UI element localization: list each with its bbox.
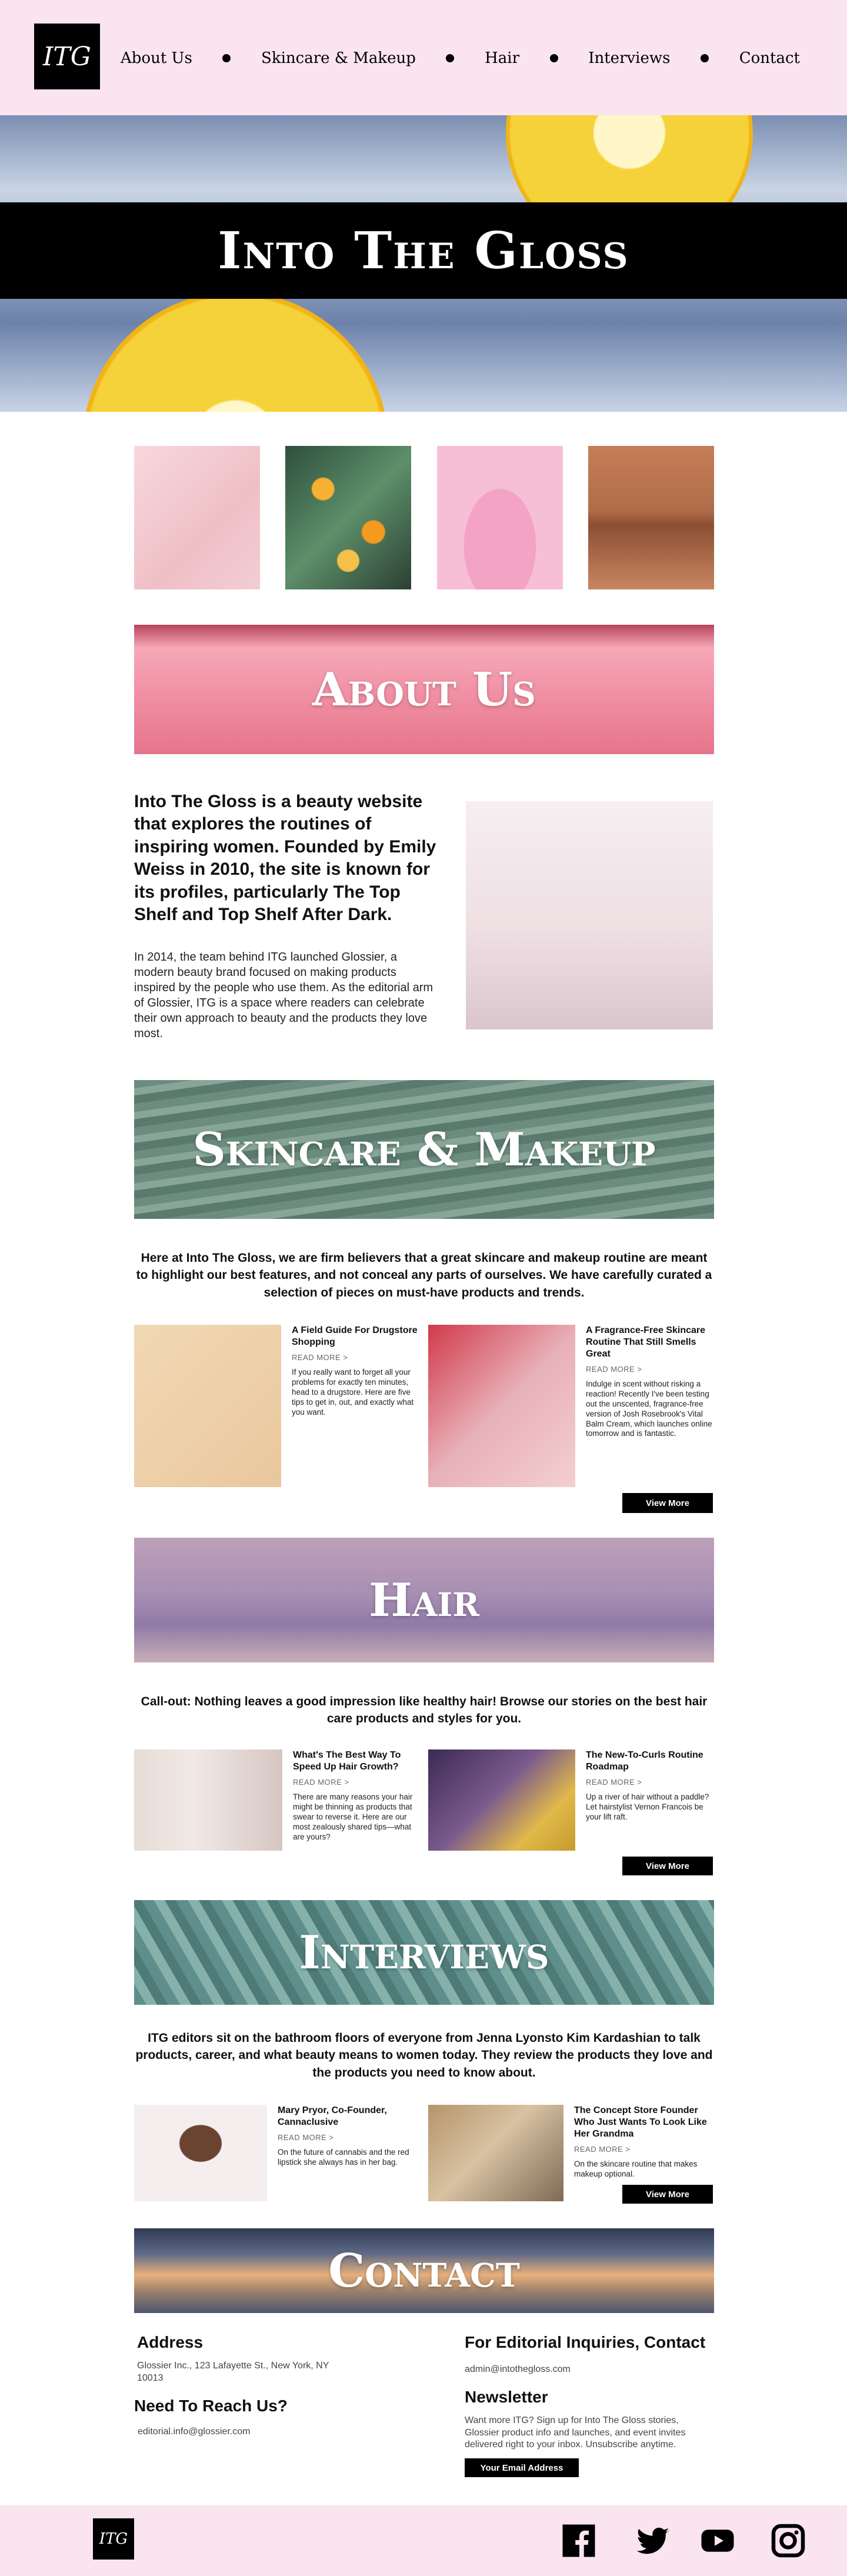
photo-pink-sink bbox=[436, 446, 563, 589]
contact-left: Address Glossier Inc., 123 Lafayette St.… bbox=[134, 2333, 393, 2438]
contact-title: Contact bbox=[328, 2244, 520, 2298]
about-title: About Us bbox=[312, 662, 536, 717]
address-text: Glossier Inc., 123 Lafayette St., New Yo… bbox=[137, 2361, 329, 2383]
article-title: The Concept Store Founder Who Just Wants… bbox=[574, 2105, 707, 2139]
article-excerpt: On the future of cannabis and the red li… bbox=[278, 2148, 409, 2167]
hair-banner: Hair bbox=[134, 1538, 714, 1662]
hero-title-bar: Into The Gloss bbox=[0, 202, 847, 299]
editorial-heading: For Editorial Inquiries, Contact bbox=[465, 2333, 706, 2351]
nav-item-hair[interactable]: Hair bbox=[485, 49, 519, 67]
interviews-title: Interviews bbox=[299, 1925, 549, 1980]
site-footer: ITG bbox=[0, 2505, 847, 2576]
nav-separator-dot bbox=[701, 54, 709, 62]
hair-callout: Call-out: Nothing leaves a good impressi… bbox=[134, 1693, 714, 1728]
interviews-banner: Interviews bbox=[134, 1900, 714, 2005]
photo-citrus-bath bbox=[285, 446, 412, 589]
read-more-link[interactable]: READ MORE > bbox=[586, 1365, 714, 1374]
article-image-store-founder bbox=[428, 2105, 563, 2201]
read-more-link[interactable]: READ MORE > bbox=[586, 1778, 714, 1787]
about-lead-text: Into The Gloss is a beauty website that … bbox=[134, 792, 436, 924]
article-excerpt: On the skincare routine that makes makeu… bbox=[574, 2160, 698, 2178]
read-more-link[interactable]: READ MORE > bbox=[293, 1778, 420, 1787]
hair-title: Hair bbox=[369, 1573, 479, 1627]
contact-banner: Contact bbox=[134, 2228, 714, 2313]
view-more-button[interactable]: View More bbox=[622, 1857, 713, 1875]
newsletter-text: Want more ITG? Sign up for Into The Glos… bbox=[465, 2415, 686, 2450]
nav-item-interviews[interactable]: Interviews bbox=[588, 49, 670, 67]
nav-item-contact[interactable]: Contact bbox=[739, 49, 800, 67]
hero-title: Into The Gloss bbox=[218, 221, 629, 281]
nav-separator-dot bbox=[446, 54, 455, 62]
photo-strip bbox=[134, 446, 714, 589]
nav-separator-dot bbox=[549, 54, 558, 62]
about-body-text: In 2014, the team behind ITG launched Gl… bbox=[134, 951, 433, 1041]
youtube-icon[interactable] bbox=[700, 2523, 735, 2558]
newsletter-heading: Newsletter bbox=[465, 2387, 548, 2406]
article-image-hair-products bbox=[134, 1749, 282, 1851]
article-title: Mary Pryor, Co-Founder, Cannaclusive bbox=[278, 2105, 387, 2127]
article-card[interactable]: What's The Best Way To Speed Up Hair Gro… bbox=[134, 1749, 420, 1851]
article-excerpt: There are many reasons your hair might b… bbox=[293, 1792, 413, 1841]
reach-heading: Need To Reach Us? bbox=[134, 2396, 288, 2415]
article-title: What's The Best Way To Speed Up Hair Gro… bbox=[293, 1750, 401, 1772]
twitter-icon[interactable] bbox=[635, 2523, 671, 2558]
read-more-link[interactable]: READ MORE > bbox=[278, 2133, 420, 2142]
reach-email[interactable]: editorial.info@glossier.com bbox=[138, 2426, 393, 2438]
top-navigation: ITG About Us Skincare & Makeup Hair Inte… bbox=[0, 0, 847, 115]
about-store-photo bbox=[466, 801, 713, 1029]
newsletter-email-button[interactable]: Your Email Address bbox=[465, 2458, 579, 2478]
nav-menu: About Us Skincare & Makeup Hair Intervie… bbox=[121, 49, 800, 67]
footer-logo-text: ITG bbox=[99, 2530, 128, 2548]
hair-callout-text: Call-out: Nothing leaves a good impressi… bbox=[141, 1695, 708, 1726]
article-image-portrait-woman bbox=[134, 2105, 267, 2201]
article-excerpt: Up a river of hair without a paddle? Let… bbox=[586, 1792, 709, 1821]
article-image-makeup-flatlay bbox=[134, 1325, 281, 1487]
skincare-title: Skincare & Makeup bbox=[192, 1122, 656, 1177]
article-image-fragrance-boxes bbox=[428, 1325, 575, 1487]
skincare-callout: Here at Into The Gloss, we are firm beli… bbox=[134, 1249, 714, 1301]
hero-banner: Into The Gloss bbox=[0, 115, 847, 412]
skincare-callout-text: Here at Into The Gloss, we are firm beli… bbox=[136, 1251, 712, 1299]
nav-separator-dot bbox=[222, 54, 231, 62]
logo-text: ITG bbox=[43, 41, 91, 72]
footer-logo[interactable]: ITG bbox=[93, 2518, 134, 2560]
photo-hand-pink bbox=[134, 446, 260, 589]
article-card[interactable]: A Field Guide For Drugstore Shopping REA… bbox=[134, 1325, 420, 1487]
article-title: The New-To-Curls Routine Roadmap bbox=[586, 1750, 703, 1772]
article-title: A Field Guide For Drugstore Shopping bbox=[292, 1325, 418, 1347]
read-more-link[interactable]: READ MORE > bbox=[292, 1353, 420, 1362]
editorial-email[interactable]: admin@intothegloss.com bbox=[465, 2364, 714, 2376]
facebook-icon[interactable] bbox=[561, 2523, 596, 2558]
nav-item-skincare-makeup[interactable]: Skincare & Makeup bbox=[261, 49, 416, 67]
article-title: A Fragrance-Free Skincare Routine That S… bbox=[586, 1325, 706, 1359]
skincare-banner: Skincare & Makeup bbox=[134, 1080, 714, 1219]
photo-eye-closeup bbox=[588, 446, 714, 589]
read-more-link[interactable]: READ MORE > bbox=[574, 2145, 714, 2154]
hero-lemon-image bbox=[82, 292, 388, 412]
article-image-curly-hair bbox=[428, 1749, 575, 1851]
instagram-icon[interactable] bbox=[771, 2523, 806, 2558]
site-logo[interactable]: ITG bbox=[34, 24, 100, 89]
article-excerpt: Indulge in scent without risking a react… bbox=[586, 1379, 712, 1438]
nav-item-about-us[interactable]: About Us bbox=[121, 49, 192, 67]
view-more-button[interactable]: View More bbox=[622, 2185, 713, 2204]
interviews-callout: ITG editors sit on the bathroom floors o… bbox=[134, 2030, 714, 2081]
view-more-button[interactable]: View More bbox=[622, 1493, 713, 1513]
address-heading: Address bbox=[137, 2333, 204, 2351]
interviews-callout-text: ITG editors sit on the bathroom floors o… bbox=[135, 2031, 713, 2080]
about-banner: About Us bbox=[134, 625, 714, 754]
article-card[interactable]: The New-To-Curls Routine Roadmap READ MO… bbox=[428, 1749, 714, 1851]
article-card[interactable]: Mary Pryor, Co-Founder, Cannaclusive REA… bbox=[134, 2105, 420, 2201]
article-excerpt: If you really want to forget all your pr… bbox=[292, 1368, 414, 1417]
contact-right: For Editorial Inquiries, Contact admin@i… bbox=[465, 2333, 714, 2478]
about-section: Into The Gloss is a beauty website that … bbox=[134, 791, 440, 1041]
article-card[interactable]: A Fragrance-Free Skincare Routine That S… bbox=[428, 1325, 714, 1487]
